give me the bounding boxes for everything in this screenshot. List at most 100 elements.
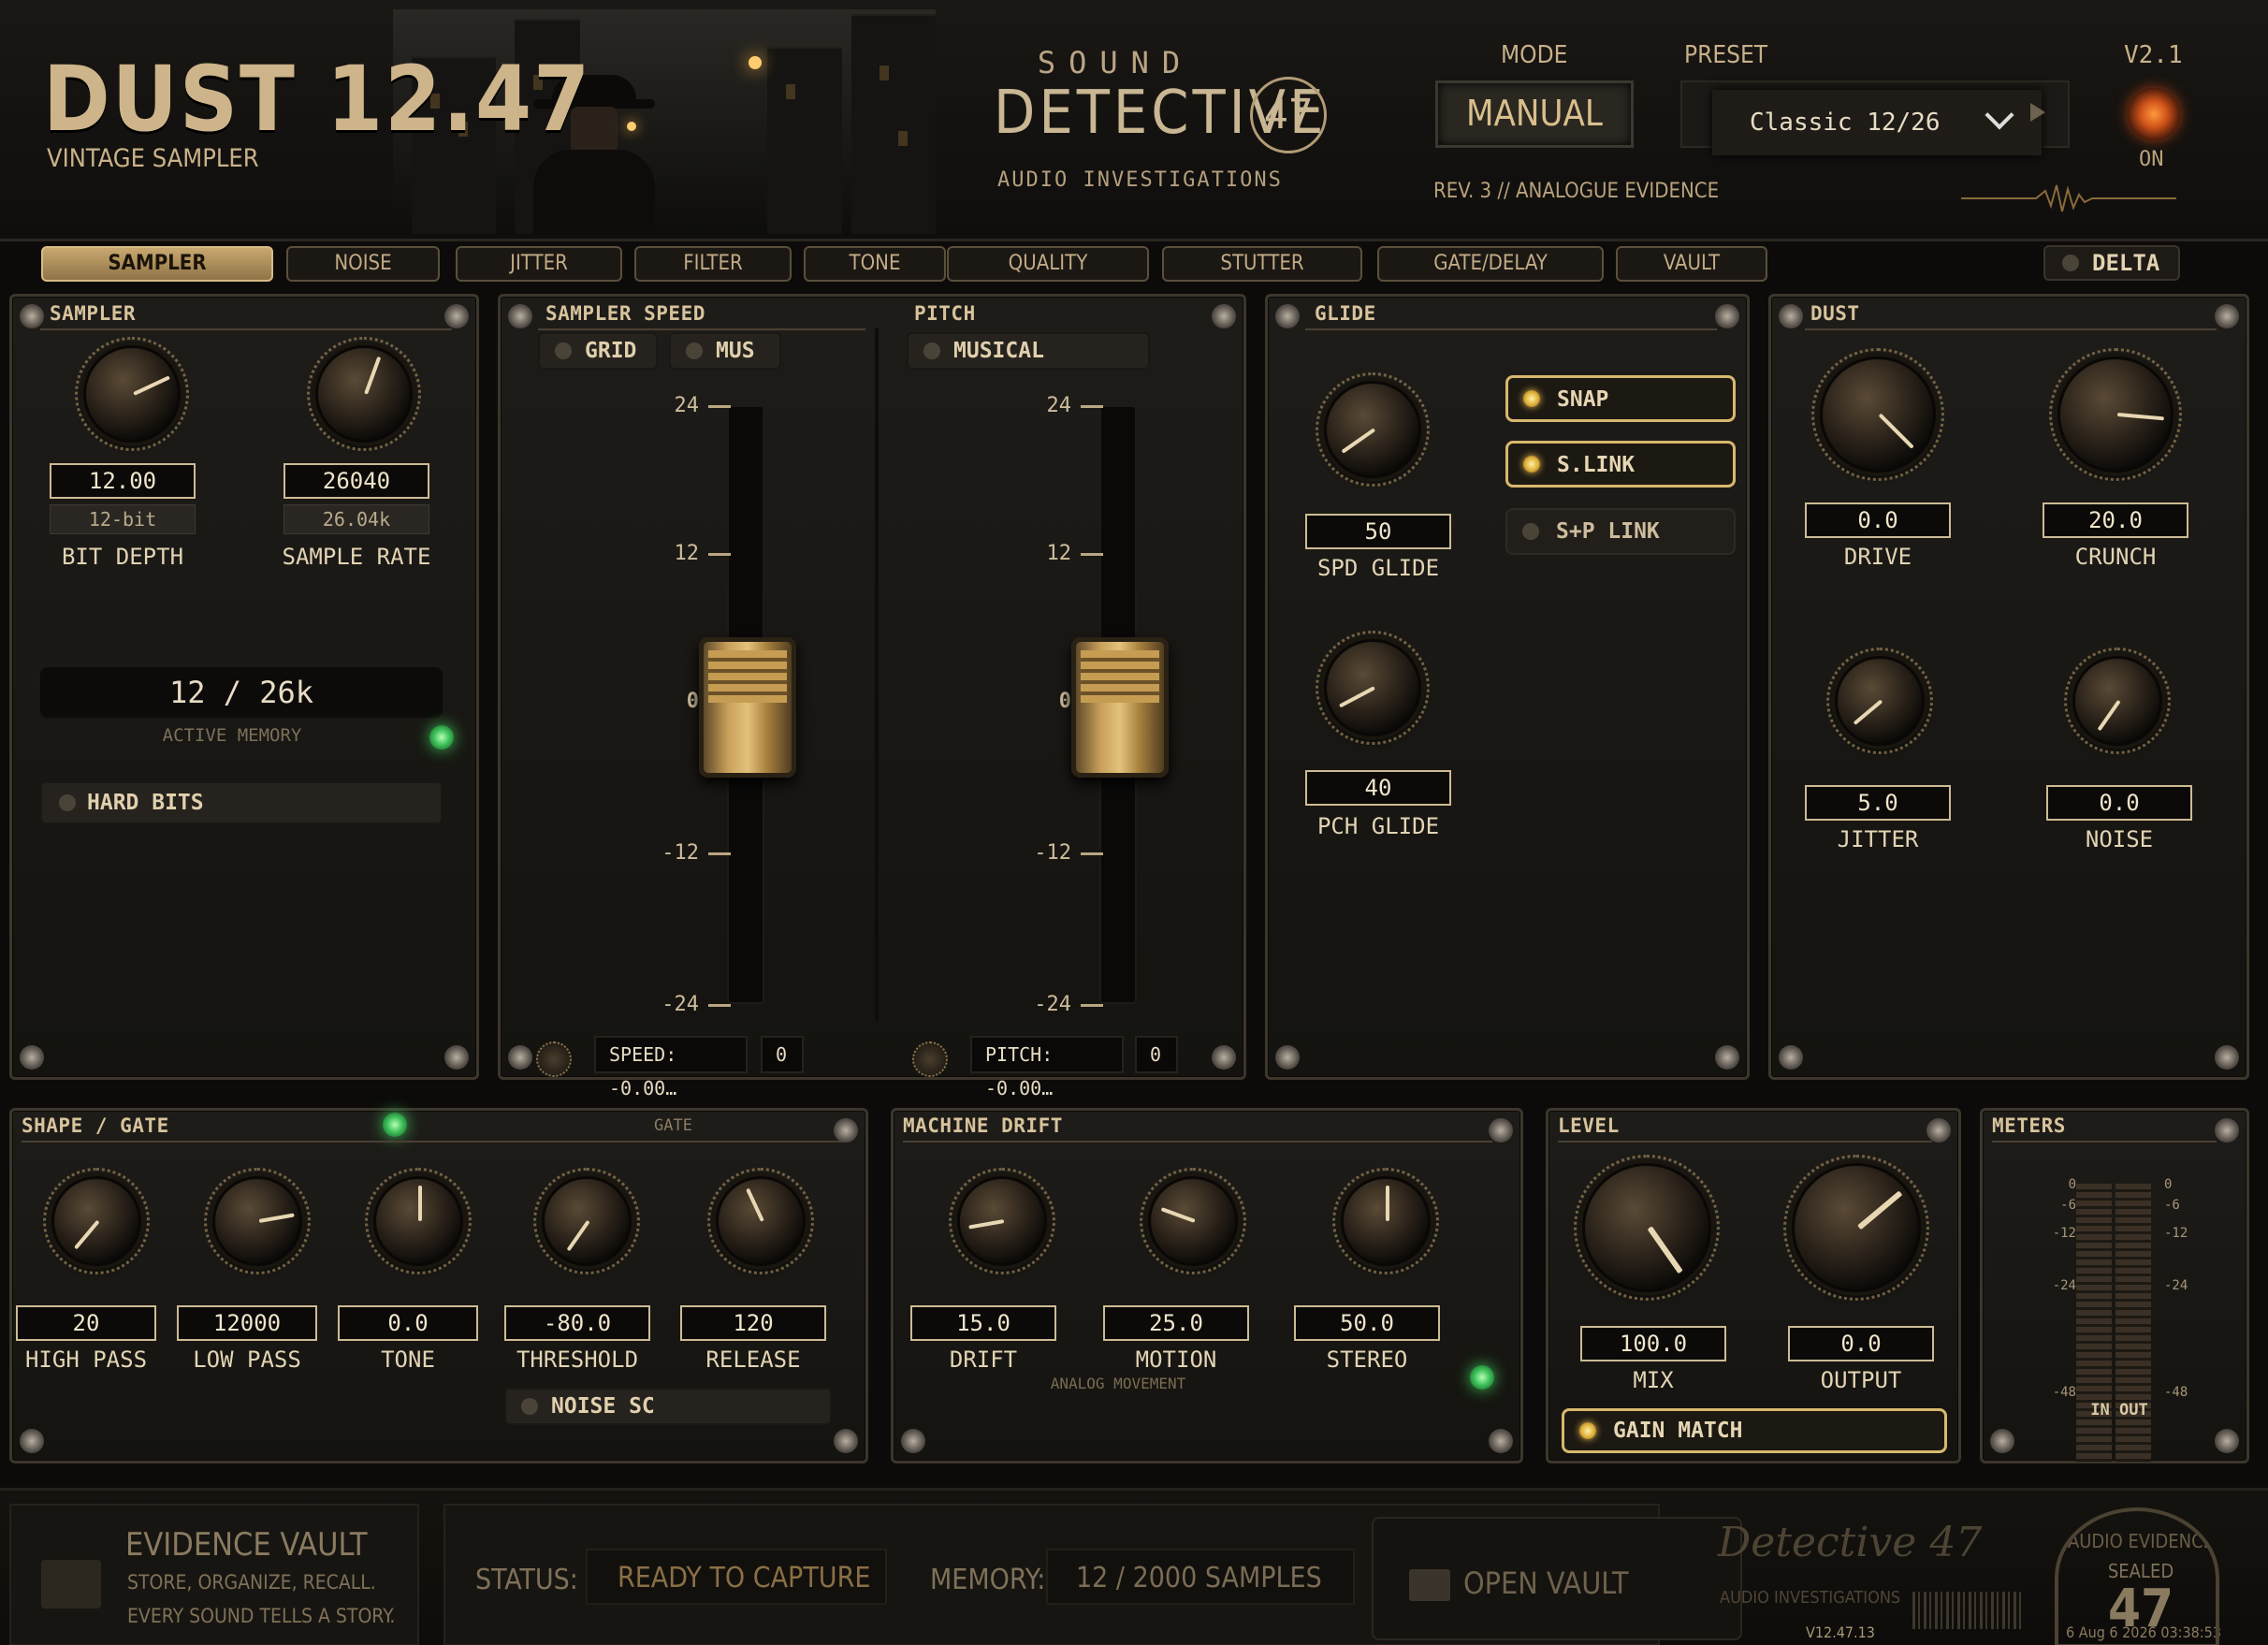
jitter-knob[interactable]	[1826, 648, 1933, 754]
mus-led-icon	[686, 342, 703, 359]
drive-label: DRIVE	[1843, 544, 1912, 570]
tone-value[interactable]: 0.0	[338, 1305, 478, 1341]
drive-knob[interactable]	[1811, 348, 1944, 481]
mix-knob[interactable]	[1574, 1155, 1720, 1301]
pitch-fader-handle[interactable]	[1071, 637, 1169, 778]
pch-glide-value[interactable]: 40	[1305, 770, 1451, 806]
preset-label: PRESET	[1684, 41, 1768, 69]
speed-scale-12: 12	[674, 542, 700, 565]
status-value: READY TO CAPTURE	[618, 1562, 871, 1594]
sample-rate-sub: 26.04k	[284, 504, 429, 534]
output-meter	[2115, 1184, 2151, 1463]
jitter-value[interactable]: 5.0	[1805, 785, 1951, 821]
musical-toggle[interactable]: MUSICAL	[907, 332, 1150, 370]
spd-glide-value[interactable]: 50	[1305, 514, 1451, 549]
pitch-fine-knob[interactable]	[912, 1041, 948, 1077]
memory-label-footer: MEMORY:	[930, 1564, 1046, 1596]
crunch-value[interactable]: 20.0	[2043, 502, 2188, 538]
stereo-knob[interactable]	[1332, 1168, 1439, 1274]
noise-sc-toggle[interactable]: NOISE SC	[504, 1388, 832, 1425]
delta-led-icon	[2062, 255, 2079, 271]
high-pass-value[interactable]: 20	[16, 1305, 156, 1341]
pitch-scale-24: 24	[1046, 394, 1072, 417]
speed-fine-knob[interactable]	[536, 1041, 572, 1077]
pch-glide-knob[interactable]	[1316, 631, 1430, 745]
gate-led-icon	[383, 1113, 407, 1137]
speed-scale-neg12: -12	[662, 841, 699, 865]
output-value[interactable]: 0.0	[1788, 1326, 1934, 1361]
sp-link-toggle[interactable]: S+P LINK	[1505, 508, 1736, 555]
sp-link-led-icon	[1522, 523, 1539, 540]
noise-value[interactable]: 0.0	[2046, 785, 2192, 821]
speed-scale-neg24: -24	[662, 993, 699, 1016]
gain-match-label: GAIN MATCH	[1613, 1419, 1743, 1443]
header: DUST 12.47 VINTAGE SAMPLER SOUND DETECTI…	[0, 0, 2268, 241]
motion-knob[interactable]	[1140, 1168, 1246, 1274]
noise-knob[interactable]	[2064, 648, 2171, 754]
crunch-knob[interactable]	[2049, 348, 2182, 481]
barcode-icon	[1912, 1592, 2025, 1629]
memory-led-icon	[429, 725, 454, 750]
tab-jitter[interactable]: JITTER	[456, 246, 622, 282]
speed-readout[interactable]: SPEED: -0.00…	[594, 1036, 748, 1099]
tab-filter[interactable]: FILTER	[634, 246, 792, 282]
mode-label: MODE	[1501, 41, 1568, 69]
street-lamp-icon	[627, 122, 636, 131]
crunch-label: CRUNCH	[2074, 544, 2157, 570]
sp-link-label: S+P LINK	[1556, 519, 1660, 544]
spd-glide-knob[interactable]	[1316, 372, 1430, 487]
high-pass-label: HIGH PASS	[24, 1347, 148, 1373]
low-pass-knob[interactable]	[204, 1168, 311, 1274]
threshold-value[interactable]: -80.0	[504, 1305, 650, 1341]
preset-dropdown[interactable]: Classic 12/26	[1712, 90, 2042, 155]
stereo-value[interactable]: 50.0	[1294, 1305, 1440, 1341]
snap-toggle[interactable]: SNAP	[1505, 375, 1736, 422]
high-pass-knob[interactable]	[43, 1168, 150, 1274]
release-value[interactable]: 120	[680, 1305, 826, 1341]
stereo-label: STEREO	[1326, 1347, 1408, 1373]
threshold-knob[interactable]	[533, 1168, 640, 1274]
output-label: OUTPUT	[1820, 1367, 1902, 1393]
grid-label: GRID	[585, 339, 637, 363]
panel-title: DUST	[1810, 302, 1860, 325]
spd-glide-label: SPD GLIDE	[1316, 555, 1440, 581]
gain-match-toggle[interactable]: GAIN MATCH	[1562, 1408, 1947, 1453]
bit-depth-knob[interactable]	[75, 337, 189, 451]
tab-vault[interactable]: VAULT	[1616, 246, 1767, 282]
release-knob[interactable]	[707, 1168, 814, 1274]
hard-bits-toggle[interactable]: HARD BITS	[40, 781, 443, 824]
drift-knob[interactable]	[949, 1168, 1055, 1274]
mus-toggle[interactable]: MUS	[669, 332, 781, 370]
mix-value[interactable]: 100.0	[1580, 1326, 1726, 1361]
open-vault-button[interactable]: OPEN VAULT	[1372, 1517, 1742, 1640]
tab-noise[interactable]: NOISE	[286, 246, 440, 282]
delta-label: DELTA	[2092, 250, 2160, 276]
s-link-toggle[interactable]: S.LINK	[1505, 441, 1736, 488]
tab-sampler[interactable]: SAMPLER	[41, 246, 273, 282]
noise-sc-label: NOISE SC	[551, 1394, 655, 1419]
sample-rate-knob[interactable]	[307, 337, 421, 451]
pitch-readout[interactable]: PITCH: -0.00…	[970, 1036, 1124, 1099]
app-subtitle: VINTAGE SAMPLER	[47, 144, 259, 173]
low-pass-value[interactable]: 12000	[177, 1305, 317, 1341]
next-preset-icon[interactable]	[2030, 103, 2045, 122]
drive-value[interactable]: 0.0	[1805, 502, 1951, 538]
tone-knob[interactable]	[365, 1168, 472, 1274]
power-button[interactable]	[2128, 88, 2180, 140]
tab-gate-delay[interactable]: GATE/DELAY	[1377, 246, 1604, 282]
pch-glide-label: PCH GLIDE	[1316, 813, 1440, 839]
mode-button[interactable]: MANUAL	[1435, 80, 1634, 148]
bit-depth-value[interactable]: 12.00	[50, 463, 196, 499]
status-label: STATUS:	[475, 1564, 578, 1596]
speed-fader-handle[interactable]	[699, 637, 796, 778]
motion-value[interactable]: 25.0	[1103, 1305, 1249, 1341]
grid-toggle[interactable]: GRID	[538, 332, 658, 370]
tab-tone[interactable]: TONE	[804, 246, 946, 282]
glide-panel: GLIDE 50 SPD GLIDE 40 PCH GLIDE SNAP S.L…	[1265, 294, 1750, 1080]
tab-quality[interactable]: QUALITY	[947, 246, 1149, 282]
output-knob[interactable]	[1783, 1155, 1929, 1301]
drift-value[interactable]: 15.0	[910, 1305, 1056, 1341]
tab-stutter[interactable]: STUTTER	[1162, 246, 1362, 282]
delta-button[interactable]: DELTA	[2043, 245, 2180, 281]
sample-rate-value[interactable]: 26040	[284, 463, 429, 499]
